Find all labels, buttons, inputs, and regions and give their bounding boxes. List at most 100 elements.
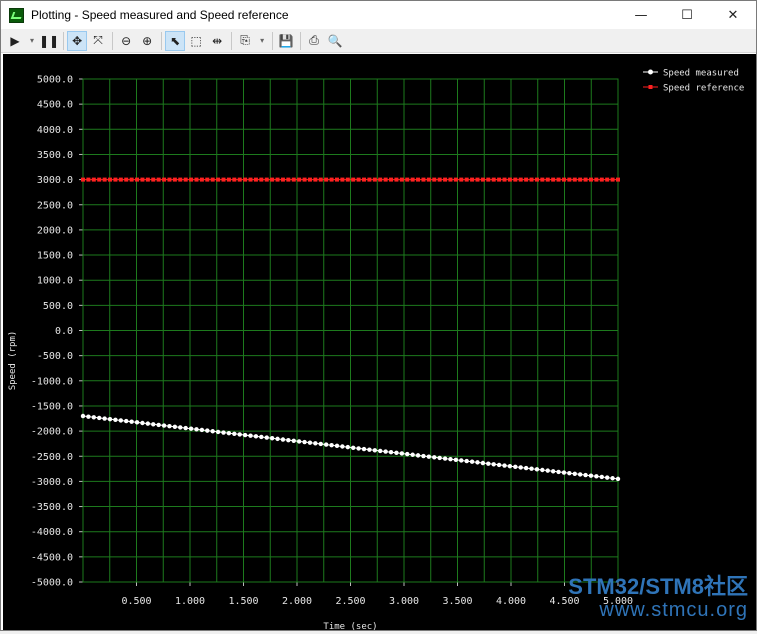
reference-point <box>313 177 318 182</box>
print-preview-button[interactable]: 🔍 <box>325 31 345 51</box>
measured-point <box>237 432 242 437</box>
reference-point <box>232 177 237 182</box>
measured-point <box>437 455 442 461</box>
y-tick-label: 2500.0 <box>37 200 73 211</box>
measured-point <box>383 449 388 454</box>
y-tick-label: 1500.0 <box>37 251 73 262</box>
measured-point <box>529 466 534 471</box>
plot-area[interactable]: 5000.0 4500.0 4000.0 3500.0 3000.0 2500.0 2000… <box>3 54 756 633</box>
reference-point <box>264 177 269 182</box>
y-tick-label: -2000.0 <box>31 427 73 438</box>
reference-point <box>453 177 458 182</box>
reference-point <box>616 177 620 182</box>
measured-point <box>253 434 259 439</box>
measured-point <box>248 433 253 438</box>
measured-point <box>453 457 459 463</box>
measured-point <box>188 426 194 431</box>
window-title: Plotting - Speed measured and Speed refe… <box>31 8 289 22</box>
close-button[interactable]: ✕ <box>710 1 756 29</box>
zoom-fit-button[interactable]: ⤧ <box>88 31 108 51</box>
legend-swatch-marker <box>648 69 653 75</box>
reference-point <box>540 177 545 182</box>
reference-point <box>416 177 421 182</box>
y-tick-label: 0.0 <box>55 326 73 337</box>
select-button[interactable]: ⬉ <box>165 30 186 51</box>
play-dropdown[interactable]: ▾ <box>26 31 38 51</box>
reference-point <box>599 177 604 182</box>
measured-point <box>572 471 577 477</box>
legend-entry: Speed reference <box>663 84 744 94</box>
measured-point <box>334 443 340 449</box>
measured-point <box>318 441 323 447</box>
print-button[interactable]: ⎙ <box>304 31 324 51</box>
reference-point <box>81 177 85 182</box>
reference-point <box>491 177 496 182</box>
reference-point <box>583 177 588 182</box>
pause-button[interactable]: ❚❚ <box>39 31 59 51</box>
reference-point <box>594 177 599 182</box>
measured-point <box>448 456 453 462</box>
speed-chart[interactable]: 5000.0 4500.0 4000.0 3500.0 3000.0 2500.0 2000… <box>3 54 756 633</box>
reference-point <box>162 177 167 182</box>
reference-point <box>97 177 102 182</box>
plotting-window: Plotting - Speed measured and Speed refe… <box>0 0 757 633</box>
reference-point <box>426 177 431 182</box>
measured-point <box>97 415 102 421</box>
reference-point <box>270 177 275 182</box>
measured-point <box>307 440 313 445</box>
reference-point <box>524 177 529 182</box>
reference-point <box>151 177 156 182</box>
measured-point <box>232 431 237 436</box>
reference-point <box>529 177 534 182</box>
reference-point <box>199 177 204 182</box>
measured-point <box>275 436 280 442</box>
y-tick-label: -3500.0 <box>31 502 73 513</box>
reference-point <box>588 177 593 182</box>
measured-point <box>129 419 134 424</box>
reference-point <box>545 177 550 182</box>
measured-point <box>372 448 378 453</box>
measured-point <box>464 458 469 464</box>
reference-point <box>470 177 475 182</box>
reference-point <box>448 177 453 182</box>
measured-point <box>210 429 215 434</box>
y-tick-label: -500.0 <box>37 351 73 362</box>
reference-point <box>399 177 404 182</box>
copy-dropdown[interactable]: ▾ <box>256 31 268 51</box>
reference-point <box>248 177 253 182</box>
box-select-button[interactable]: ⬚ <box>186 31 206 51</box>
measured-point <box>199 427 205 433</box>
reference-point <box>578 177 583 182</box>
measured-point <box>599 474 604 480</box>
measured-point <box>388 450 394 455</box>
measured-point <box>269 436 275 441</box>
save-button[interactable]: 💾 <box>276 31 296 51</box>
reference-point <box>605 177 610 182</box>
reference-point <box>172 177 177 182</box>
reference-point <box>216 177 221 182</box>
measured-point <box>140 420 145 426</box>
reference-point <box>329 177 334 182</box>
measured-point <box>118 418 124 423</box>
split-cursor-button[interactable]: ⇹ <box>207 31 227 51</box>
reference-point <box>102 177 107 182</box>
watermark-line1: STM32/STM8社区 <box>568 574 748 599</box>
reference-point <box>394 177 399 182</box>
play-button[interactable]: ▶ <box>5 31 25 51</box>
title-bar[interactable]: Plotting - Speed measured and Speed refe… <box>1 1 756 29</box>
reference-point <box>86 177 91 182</box>
reference-point <box>410 177 415 182</box>
zoom-out-button[interactable]: ⊖ <box>116 31 136 51</box>
measured-point <box>588 473 594 478</box>
measured-point <box>426 454 432 459</box>
maximize-button[interactable]: ☐ <box>664 1 710 29</box>
reference-point <box>389 177 394 182</box>
measured-point <box>556 469 561 475</box>
pan-button[interactable]: ✥ <box>67 30 88 51</box>
minimize-button[interactable]: — <box>618 1 664 29</box>
copy-button[interactable]: ⎘ <box>235 31 255 51</box>
reference-point <box>189 177 194 182</box>
measured-point <box>226 430 232 436</box>
zoom-in-button[interactable]: ⊕ <box>137 31 157 51</box>
toolbar-separator <box>272 31 274 50</box>
